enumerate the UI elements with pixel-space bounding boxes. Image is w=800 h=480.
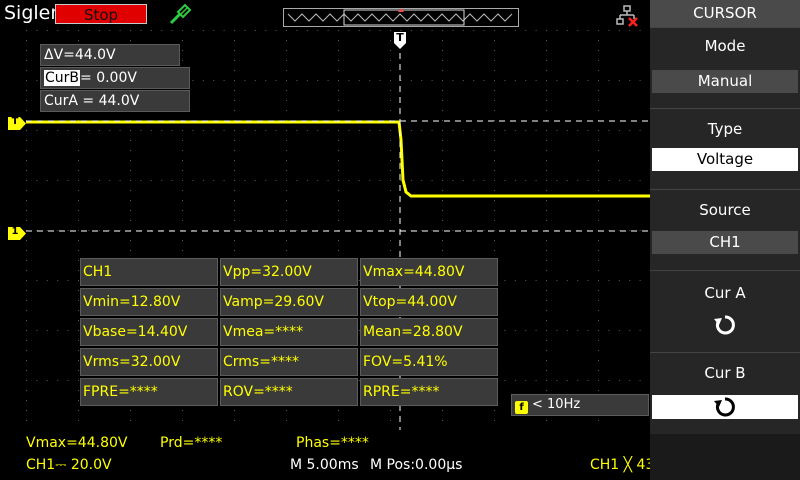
trigger-marker-label: T	[396, 31, 404, 44]
status-timebase: M 5.00ms	[290, 457, 359, 473]
trigger-level-marker[interactable]: T	[8, 115, 26, 130]
meas-cell: Mean=28.80V	[360, 318, 498, 346]
frequency-value: < 10Hz	[532, 397, 581, 412]
status-ch1-scale: CH1⎓ 20.0V	[26, 457, 112, 473]
cursor-b-value: = 0.00V	[80, 70, 137, 86]
meas-cell: RPRE=****	[360, 378, 498, 406]
delta-v-readout: ΔV=44.0V	[40, 44, 180, 66]
meas-cell: Vamp=29.60V	[220, 288, 358, 316]
trigger-level-label: T	[11, 116, 19, 127]
cur-b-label: Cur B	[704, 364, 746, 382]
memory-position-bar[interactable]	[283, 8, 519, 27]
cursor-a-readout: CurA = 44.0V	[40, 90, 190, 112]
meas-cell: FPRE=****	[80, 378, 218, 406]
status-prd: Prd=****	[160, 435, 223, 451]
usb-network-icon	[616, 5, 638, 27]
mode-value: Manual	[652, 70, 798, 93]
meas-cell: Vtop=44.00V	[360, 288, 498, 316]
cur-b-knob-selected	[652, 395, 798, 419]
cursor-menu: CURSOR Mode Manual Type Voltage Source C…	[650, 0, 800, 480]
source-value: CH1	[652, 231, 798, 254]
meas-cell: FOV=5.41%	[360, 348, 498, 376]
ch1-trace	[26, 120, 650, 198]
cur-a-label: Cur A	[704, 284, 746, 302]
status-vmax: Vmax=44.80V	[26, 435, 128, 451]
meas-cell: CH1	[80, 258, 218, 286]
menu-cur-b[interactable]: Cur B	[650, 352, 800, 434]
meas-cell: Vbase=14.40V	[80, 318, 218, 346]
meas-cell: Vrms=32.00V	[80, 348, 218, 376]
meas-cell: ROV=****	[220, 378, 358, 406]
cursor-b-readout: CurB= 0.00V	[40, 67, 190, 89]
status-phas: Phas=****	[296, 435, 369, 451]
meas-cell: Crms=****	[220, 348, 358, 376]
menu-type[interactable]: Type Voltage	[650, 108, 800, 189]
trigger-position-marker[interactable]: T	[394, 32, 406, 49]
frequency-icon: f	[515, 401, 528, 414]
type-label: Type	[707, 120, 743, 138]
meas-cell: Vpp=32.00V	[220, 258, 358, 286]
menu-source[interactable]: Source CH1	[650, 189, 800, 270]
cursor-b-label: CurB	[44, 70, 81, 86]
run-state-badge[interactable]: Stop	[55, 4, 147, 24]
meas-cell: Vmea=****	[220, 318, 358, 346]
source-label: Source	[699, 201, 751, 219]
measurement-table: CH1 Vpp=32.00V Vmax=44.80V Vmin=12.80V V…	[80, 258, 500, 406]
status-mpos: M Pos:0.00µs	[370, 457, 463, 473]
frequency-counter: f < 10Hz	[511, 394, 649, 416]
trigger-status-icon	[168, 3, 194, 27]
ch1-ground-marker[interactable]: 1	[8, 225, 26, 240]
meas-cell: Vmin=12.80V	[80, 288, 218, 316]
cur-b-knob-icon	[713, 395, 737, 423]
mode-label: Mode	[704, 37, 746, 55]
menu-mode[interactable]: Mode Manual	[650, 27, 800, 108]
menu-cur-a[interactable]: Cur A	[650, 270, 800, 352]
type-value: Voltage	[652, 148, 798, 171]
menu-title: CURSOR	[650, 0, 800, 27]
ch1-ground-label: 1	[11, 226, 19, 237]
meas-cell: Vmax=44.80V	[360, 258, 498, 286]
cur-a-knob-icon	[713, 313, 737, 341]
